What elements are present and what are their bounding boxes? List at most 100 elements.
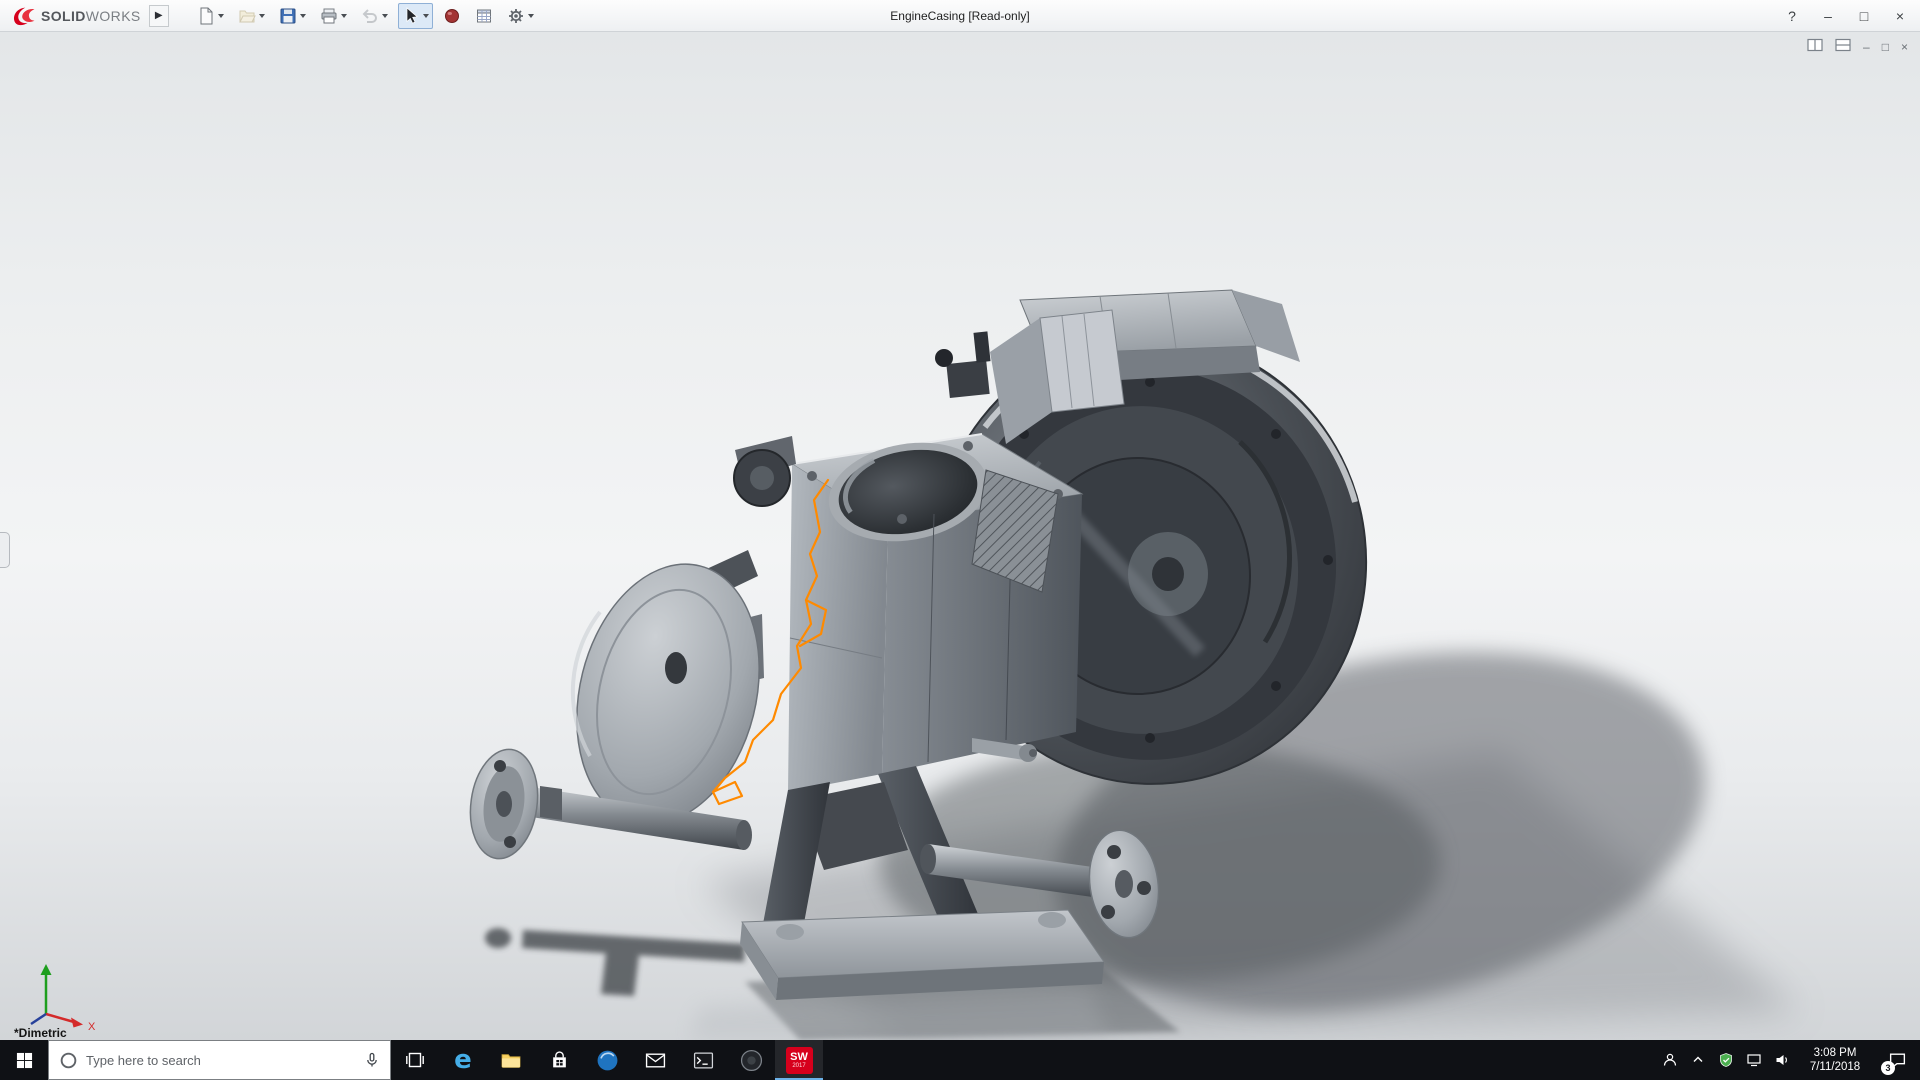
system-tray <box>1656 1040 1796 1080</box>
tray-people-button[interactable] <box>1656 1040 1684 1080</box>
person-icon <box>1663 1053 1677 1066</box>
orientation-triad: X <box>30 964 96 1032</box>
solidworks-logo-icon <box>14 7 35 25</box>
dropdown-arrow-icon[interactable] <box>381 13 388 18</box>
close-button[interactable]: × <box>1882 0 1918 32</box>
action-center-button[interactable]: 3 <box>1874 1040 1920 1080</box>
open-folder-icon <box>238 10 256 22</box>
tray-network-button[interactable] <box>1740 1040 1768 1080</box>
print-icon <box>321 8 337 23</box>
search-input[interactable] <box>86 1052 356 1068</box>
appearance-button[interactable] <box>439 3 465 29</box>
standard-toolbar <box>193 2 538 29</box>
triad-x-arrow <box>71 1017 83 1028</box>
dark-circle-app-icon <box>740 1049 762 1071</box>
solidworks-wordmark: SOLIDWORKS <box>41 8 141 24</box>
title-bar: SOLIDWORKS ▶ EngineCasing [Read-only] ? … <box>0 0 1920 32</box>
taskbar-edge-button[interactable]: e <box>439 1040 487 1080</box>
window-controls: ? – □ × <box>1774 0 1918 32</box>
menu-flyout-button[interactable]: ▶ <box>148 4 169 27</box>
viewport-split-vertical-button[interactable] <box>1807 38 1823 55</box>
solidworks-window: SOLIDWORKS ▶ EngineCasing [Read-only] ? … <box>0 0 1920 1080</box>
dropdown-arrow-icon[interactable] <box>527 13 534 18</box>
clock-date: 7/11/2018 <box>1809 1061 1861 1073</box>
dropdown-arrow-icon[interactable] <box>258 13 265 18</box>
viewport-split-horizontal-button[interactable] <box>1835 38 1851 55</box>
maximize-button[interactable]: □ <box>1846 0 1882 32</box>
taskbar-spacer <box>823 1040 1656 1080</box>
table-grid-icon <box>476 9 491 22</box>
minimize-icon: – <box>1824 8 1832 24</box>
document-close-icon: × <box>1900 40 1908 54</box>
network-icon <box>1747 1054 1761 1067</box>
solidworks-icon-text: SW <box>790 1050 808 1063</box>
help-button[interactable]: ? <box>1774 0 1810 32</box>
new-document-icon <box>200 7 213 24</box>
tray-hidden-icons-button[interactable] <box>1684 1040 1712 1080</box>
taskbar-blue-app-button[interactable] <box>583 1040 631 1080</box>
flyout-arrow-icon: ▶ <box>154 10 163 21</box>
print-button[interactable] <box>316 3 351 29</box>
solidworks-brand: SOLIDWORKS <box>0 5 149 27</box>
wordmark-works: WORKS <box>85 7 141 24</box>
crankcase-block <box>788 433 1084 792</box>
model-canvas[interactable] <box>0 32 1920 1040</box>
dropdown-arrow-icon[interactable] <box>217 13 224 18</box>
taskbar-store-button[interactable] <box>535 1040 583 1080</box>
undo-button[interactable] <box>357 3 392 29</box>
minimize-button[interactable]: – <box>1810 0 1846 32</box>
dropdown-arrow-icon[interactable] <box>340 13 347 18</box>
taskbar-command-prompt-button[interactable] <box>679 1040 727 1080</box>
save-icon <box>280 8 296 23</box>
close-icon: × <box>1895 8 1905 24</box>
document-title: EngineCasing [Read-only] <box>890 9 1030 23</box>
table-button[interactable] <box>471 3 497 29</box>
tray-volume-button[interactable] <box>1768 1040 1796 1080</box>
document-restore-icon: □ <box>1881 40 1889 54</box>
taskbar-clock[interactable]: 3:08 PM 7/11/2018 <box>1796 1040 1874 1080</box>
triad-x-label: X <box>88 1021 96 1032</box>
taskbar-dark-app-button[interactable] <box>727 1040 775 1080</box>
wordmark-solid: SOLID <box>41 7 86 24</box>
save-button[interactable] <box>275 3 310 29</box>
windows-logo-icon <box>16 1052 32 1068</box>
shield-icon <box>1720 1053 1732 1067</box>
select-button[interactable] <box>397 2 433 29</box>
split-vertical-icon <box>1807 38 1823 52</box>
new-document-button[interactable] <box>193 3 228 29</box>
document-minimize-icon: – <box>1863 40 1870 54</box>
document-restore-button[interactable]: □ <box>1882 39 1889 54</box>
select-cursor-icon <box>406 6 418 24</box>
microphone-icon[interactable] <box>364 1052 380 1068</box>
triad-y-arrow <box>40 964 52 975</box>
left-panel-flyout-tab[interactable] <box>0 532 10 568</box>
taskbar-mail-button[interactable] <box>631 1040 679 1080</box>
tray-defender-button[interactable] <box>1712 1040 1740 1080</box>
blue-circle-app-icon <box>597 1050 617 1070</box>
solidworks-icon-year: 2017 <box>792 1062 806 1069</box>
dropdown-arrow-icon[interactable] <box>299 13 306 18</box>
undo-icon <box>362 8 377 23</box>
document-minimize-button[interactable]: – <box>1863 39 1870 54</box>
dropdown-arrow-icon[interactable] <box>422 13 429 18</box>
taskbar-search[interactable] <box>48 1040 391 1080</box>
graphics-area[interactable]: – □ × X *Dimetric <box>0 32 1920 1040</box>
start-button[interactable] <box>0 1040 48 1080</box>
cortana-icon <box>60 1052 77 1068</box>
taskbar-file-explorer-button[interactable] <box>487 1040 535 1080</box>
options-button[interactable] <box>503 3 538 29</box>
notification-badge: 3 <box>1881 1061 1895 1075</box>
task-view-button[interactable] <box>391 1040 439 1080</box>
store-icon <box>552 1050 566 1067</box>
open-button[interactable] <box>234 3 269 29</box>
windows-taskbar: e SW 2017 <box>0 1040 1920 1080</box>
triad-z-arrow <box>30 1012 47 1026</box>
command-prompt-icon <box>693 1052 713 1068</box>
mail-icon <box>645 1053 665 1067</box>
document-window-controls: – □ × <box>1807 38 1908 55</box>
maximize-icon: □ <box>1859 8 1869 24</box>
appearance-sphere-icon <box>444 8 459 23</box>
volume-icon <box>1776 1055 1787 1065</box>
document-close-button[interactable]: × <box>1901 39 1908 54</box>
taskbar-solidworks-button[interactable]: SW 2017 <box>775 1040 823 1080</box>
